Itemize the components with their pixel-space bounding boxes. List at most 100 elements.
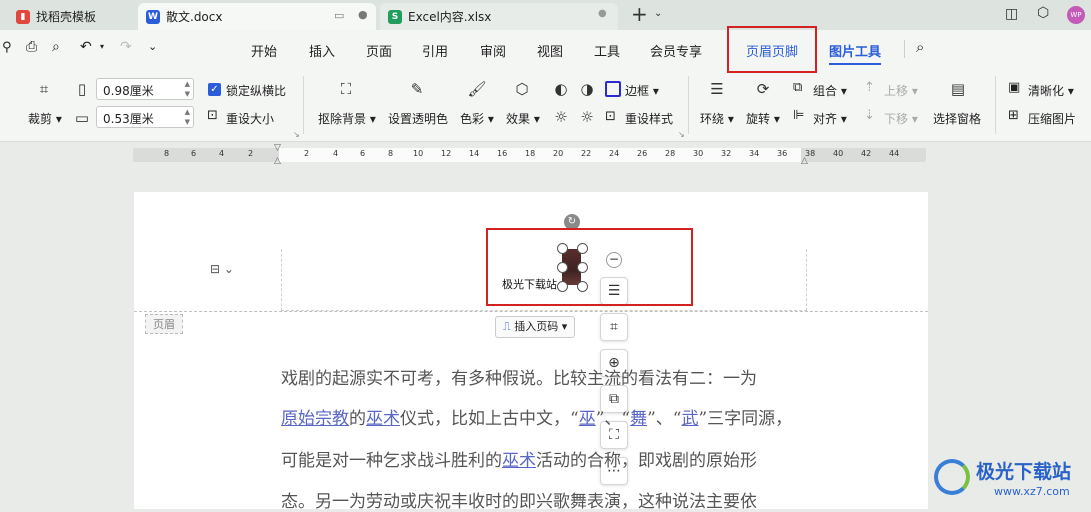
crop-button[interactable]: 裁剪 ▾ [28,110,62,127]
avatar[interactable]: WP [1067,6,1085,24]
height-input[interactable]: 0.53厘米 ▲ ▼ [96,106,194,128]
tab-label: Excel内容.xlsx [408,10,492,24]
width-input[interactable]: 0.98厘米 ▲ ▼ [96,78,194,100]
ruler-number: 24 [609,149,620,158]
menu-tools[interactable]: 工具 [594,41,620,60]
remove-bg-button[interactable]: 抠除背景 ▾ [318,110,376,127]
layout-icon[interactable]: ◫ [1005,6,1018,22]
effect-icon[interactable]: ⬡ [512,80,532,98]
tab-sanwen[interactable]: W 散文.docx ▭ ● [138,3,376,30]
ruler-number: 2 [248,149,254,158]
link-martial[interactable]: 武 [681,409,698,429]
crop-float-button[interactable]: ⌗ [600,313,628,341]
color-icon[interactable]: 🖌 [467,80,487,98]
body-line[interactable]: 戏剧的起源实不可考，有多种假说。比较主流的看法有二：一为 [281,364,757,389]
transparent-icon[interactable]: ✎ [407,80,427,98]
undo-chevron-icon[interactable]: ▾ [100,42,104,51]
link-icon[interactable]: ⚲ [2,40,12,55]
menu-start[interactable]: 开始 [251,41,277,60]
link-dance[interactable]: 舞 [630,409,647,429]
menu-picture-tools[interactable]: 图片工具 [829,41,882,65]
ruler-number: 30 [693,149,704,158]
header-options-icon[interactable]: ⊟ ⌄ [210,262,234,276]
dialog-launcher-icon[interactable]: ↘ [293,130,300,139]
wrap-button[interactable]: 环绕 ▾ [700,110,734,127]
menu-member[interactable]: 会员专享 [650,41,702,60]
compress-button[interactable]: 压缩图片 [1028,110,1076,127]
tab-excel[interactable]: S Excel内容.xlsx ● [380,3,618,30]
wrap-label: 环绕 [700,112,725,126]
color-button[interactable]: 色彩 ▾ [460,110,494,127]
lock-ratio-checkbox[interactable]: ✓ [208,83,221,96]
move-up-button[interactable]: 上移 ▾ [884,82,918,99]
contrast-up-icon[interactable]: ◑ [577,80,597,98]
align-button[interactable]: 对齐 ▾ [813,110,847,127]
selection-pane-button[interactable]: 选择窗格 [933,110,981,127]
watermark-url: www.xz7.com [994,485,1070,498]
watermark-logo: 极光下载站 www.xz7.com [930,455,1090,507]
close-dot-icon[interactable]: ● [598,8,607,19]
move-up-icon: ⇡ [864,80,875,95]
brightness-down-icon[interactable]: ☼ [551,108,571,126]
body-line[interactable]: 原始宗教的巫术仪式，比如上古中文，“巫”、“舞”、“武”三字同源， [281,404,792,429]
set-transparent-button[interactable]: 设置透明色 [388,110,448,127]
menu-reference[interactable]: 引用 [422,41,448,60]
redo-icon[interactable]: ↷ [120,39,132,55]
right-indent-marker-icon[interactable]: △ [801,156,808,166]
more-chevron-icon[interactable]: ⌄ [148,40,157,53]
crop-icon[interactable]: ⌗ [34,80,54,98]
link-wushu[interactable]: 巫术 [502,451,536,471]
border-button[interactable]: 边框 ▾ [625,82,659,99]
reset-style-button[interactable]: 重设样式 [625,110,673,127]
lock-ratio-label: 锁定纵横比 [226,84,287,98]
menu-view[interactable]: 视图 [537,41,563,60]
search-icon[interactable]: ⌕ [916,38,924,56]
align-label: 对齐 [813,112,838,126]
contrast-down-icon[interactable]: ☼ [577,108,597,126]
reset-style-icon: ⊡ [605,109,616,124]
horizontal-ruler[interactable]: 8 6 4 2 2 4 6 8 10 12 14 16 18 20 22 24 26 28 30 32 34 36 38 40… [133,143,926,166]
move-down-label: 下移 [884,112,909,126]
monitor-icon[interactable]: ▭ [334,9,344,22]
sharpen-button[interactable]: 清晰化 ▾ [1028,82,1074,99]
link-original-religion[interactable]: 原始宗教 [281,409,349,429]
cube-icon[interactable]: ⬡ [1037,5,1049,21]
group-button[interactable]: 组合 ▾ [813,82,847,99]
dialog-launcher-icon[interactable]: ↘ [678,130,685,139]
rotate-button[interactable]: 旋转 ▾ [746,110,780,127]
menu-page[interactable]: 页面 [366,41,392,60]
tab-daoke[interactable]: ▮ 找稻壳模板 [8,3,134,30]
link-wushu[interactable]: 巫术 [366,409,400,429]
remove-bg-icon[interactable]: ⛶ [336,80,356,98]
reset-size-button[interactable]: 重设大小 [226,110,274,127]
tab-bar: ▮ 找稻壳模板 W 散文.docx ▭ ● S Excel内容.xlsx ● +… [0,0,1091,30]
wrap-icon[interactable]: ☰ [707,80,727,98]
new-tab-plus-icon[interactable]: + [631,2,648,26]
rotate-icon[interactable]: ⟳ [753,80,773,98]
move-down-button[interactable]: 下移 ▾ [884,110,918,127]
menu-insert[interactable]: 插入 [309,41,335,60]
tab-list-chevron-icon[interactable]: ⌄ [654,8,662,19]
ruler-number: 14 [469,149,480,158]
indent-marker-icon[interactable]: △ [274,156,281,166]
insert-page-number-button[interactable]: ⎍ 插入页码 ▾ [495,316,576,338]
menu-review[interactable]: 审阅 [480,41,506,60]
header-tag: 页眉 [145,314,183,334]
word-doc-icon: W [146,9,160,24]
crop-label: 裁剪 [28,112,53,126]
undo-icon[interactable]: ↶ [80,39,92,55]
border-icon[interactable] [605,81,621,97]
print-icon[interactable]: ⎙ [26,39,37,55]
spinner-arrows-icon[interactable]: ▲ ▼ [185,79,190,99]
selection-pane-icon[interactable]: ▤ [948,80,968,98]
print-preview-icon[interactable]: ⌕ [52,39,60,55]
ruler-number: 6 [191,149,197,158]
ruler-number: 4 [333,149,339,158]
body-line[interactable]: 态。另一为劳动或庆祝丰收时的即兴歌舞表演，这种说法主要依 [281,487,757,512]
indent-marker-icon[interactable]: ▽ [274,143,281,153]
brightness-up-icon[interactable]: ◐ [551,80,571,98]
spinner-arrows-icon[interactable]: ▲ ▼ [185,107,190,127]
effect-button[interactable]: 效果 ▾ [506,110,540,127]
body-line[interactable]: 可能是对一种乞求战斗胜利的巫术活动的合称，即戏剧的原始形 [281,446,757,471]
link-wu[interactable]: 巫 [579,409,596,429]
